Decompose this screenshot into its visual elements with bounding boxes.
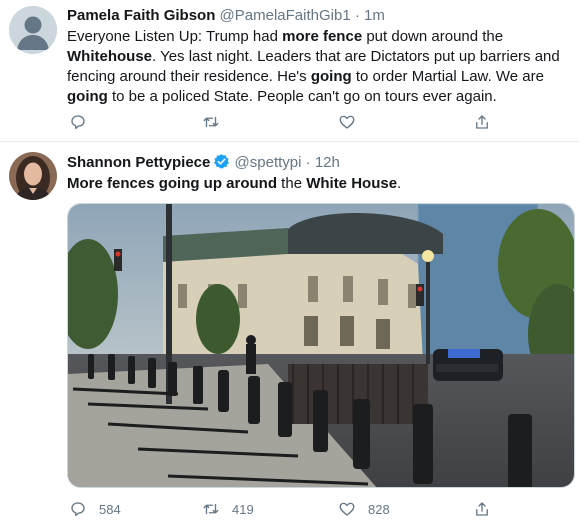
like-icon xyxy=(339,115,355,129)
tweet-text-part: to order Martial Law. We are xyxy=(351,68,544,85)
tweet-timestamp[interactable]: 1m xyxy=(364,7,385,24)
like-icon xyxy=(339,502,355,516)
default-avatar[interactable] xyxy=(9,6,57,54)
highlight-going: going xyxy=(310,68,352,85)
share-button[interactable] xyxy=(473,499,491,519)
tweet-text: More fences going up around the White Ho… xyxy=(67,174,567,194)
author-handle[interactable]: @PamelaFaithGib1 xyxy=(220,7,351,24)
white-house-fence-photo xyxy=(68,204,574,487)
reply-button[interactable] xyxy=(69,112,87,132)
tweet-pamela[interactable]: Pamela Faith Gibson @PamelaFaithGib1 · 1… xyxy=(0,0,579,140)
tweet-actions: 584 419 828 xyxy=(67,499,507,519)
retweet-button[interactable] xyxy=(202,112,220,132)
default-avatar-icon xyxy=(9,6,57,54)
reply-button[interactable]: 584 xyxy=(69,499,121,519)
tweet-text-part: put down around the xyxy=(362,28,504,45)
tweet-header: Pamela Faith Gibson @PamelaFaithGib1 · 1… xyxy=(67,7,385,24)
retweet-icon xyxy=(203,116,219,128)
tweet-photo[interactable] xyxy=(67,203,575,488)
retweet-button[interactable]: 419 xyxy=(202,499,254,519)
verified-badge-icon xyxy=(213,153,230,174)
retweet-icon xyxy=(203,503,219,515)
tweet-text-part: the xyxy=(277,175,307,192)
tweet-actions xyxy=(67,112,507,132)
share-button[interactable] xyxy=(473,112,491,132)
tweet-header: Shannon Pettypiece @spettypi · 12h xyxy=(67,153,340,174)
like-count: 828 xyxy=(368,501,390,517)
author-handle[interactable]: @spettypi xyxy=(235,154,302,171)
separator-dot: · xyxy=(354,7,360,24)
tweet-text-part: to be a policed State. People can't go o… xyxy=(107,88,497,105)
tweet-text-part: . xyxy=(397,175,402,192)
separator-dot: · xyxy=(305,154,311,171)
share-icon xyxy=(476,502,488,516)
share-icon xyxy=(476,115,488,129)
highlight-white-house: White House xyxy=(306,175,398,192)
reply-count: 584 xyxy=(99,501,121,517)
tweet-text-part: Everyone Listen Up: Trump had xyxy=(67,28,283,45)
like-button[interactable]: 828 xyxy=(338,499,390,519)
profile-photo-icon xyxy=(9,152,57,200)
tweet-text: Everyone Listen Up: Trump had more fence… xyxy=(67,27,567,107)
tweet-timestamp[interactable]: 12h xyxy=(315,154,340,171)
author-avatar[interactable] xyxy=(9,152,57,200)
retweet-count: 419 xyxy=(232,501,254,517)
reply-icon xyxy=(71,502,85,517)
author-name[interactable]: Pamela Faith Gibson xyxy=(67,7,215,24)
highlight-whitehouse: Whitehouse xyxy=(67,48,152,65)
like-button[interactable] xyxy=(338,112,356,132)
highlight-more-fences: More fences going up around xyxy=(67,175,278,192)
highlight-more-fence: more fence xyxy=(282,28,363,45)
highlight-going: going xyxy=(67,88,108,105)
reply-icon xyxy=(71,115,85,130)
author-name[interactable]: Shannon Pettypiece xyxy=(67,154,210,171)
